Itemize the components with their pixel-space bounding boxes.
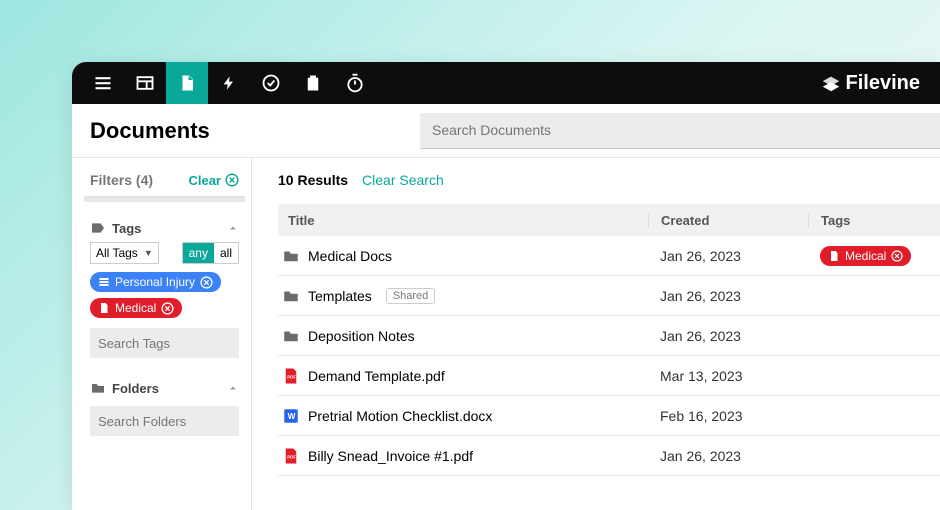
shared-badge: Shared: [386, 288, 435, 304]
results-count: 10 Results: [278, 172, 348, 188]
folder-icon: [90, 380, 106, 396]
chevron-up-icon: [227, 222, 239, 234]
row-created: Feb 16, 2023: [648, 408, 808, 424]
row-name: Deposition Notes: [308, 328, 415, 344]
topbar-nav: [82, 62, 376, 104]
tag-icon: [90, 220, 106, 236]
clipboard-button[interactable]: [292, 62, 334, 104]
document-icon: [178, 74, 196, 92]
page-title: Documents: [72, 118, 420, 144]
brand-text: Filevine: [846, 72, 920, 95]
clear-x-icon: [225, 173, 239, 187]
doc-icon: [828, 250, 840, 262]
search-input[interactable]: [420, 113, 940, 149]
svg-text:PDF: PDF: [287, 454, 296, 459]
remove-x-icon: [161, 302, 174, 315]
remove-x-icon: [200, 276, 213, 289]
pill-label: Medical: [115, 301, 156, 315]
menu-button[interactable]: [82, 62, 124, 104]
tags-select[interactable]: All Tags ▼: [90, 242, 159, 264]
subheader: Documents: [72, 104, 940, 158]
content: Filters (4) Clear Tags All Tags ▼ any: [72, 158, 940, 510]
pdf-file-icon: PDF: [282, 447, 300, 465]
clipboard-icon: [304, 73, 322, 93]
brand-icon: [820, 72, 842, 94]
divider: [84, 196, 245, 202]
search-tags-input[interactable]: [90, 328, 239, 358]
row-tag-pill[interactable]: Medical: [820, 246, 911, 266]
row-created: Jan 26, 2023: [648, 328, 808, 344]
pill-label: Personal Injury: [115, 275, 195, 289]
row-name: Templates: [308, 288, 372, 304]
panel-button[interactable]: [124, 62, 166, 104]
column-tags[interactable]: Tags: [808, 213, 940, 228]
clear-search-button[interactable]: Clear Search: [362, 172, 444, 188]
row-name: Demand Template.pdf: [308, 368, 445, 384]
table-row[interactable]: Deposition Notes Jan 26, 2023: [278, 316, 940, 356]
folder-icon: [282, 287, 300, 305]
folders-section-label: Folders: [112, 381, 159, 396]
remove-x-icon: [891, 250, 903, 262]
panel-icon: [135, 73, 155, 93]
row-name: Pretrial Motion Checklist.docx: [308, 408, 492, 424]
word-file-icon: W: [282, 407, 300, 425]
brand-logo: Filevine: [820, 72, 930, 95]
any-option[interactable]: any: [183, 243, 214, 263]
tasks-button[interactable]: [250, 62, 292, 104]
table-row[interactable]: PDF Demand Template.pdf Mar 13, 2023: [278, 356, 940, 396]
topbar: Filevine: [72, 62, 940, 104]
caret-down-icon: ▼: [144, 248, 153, 258]
filter-pill[interactable]: Medical: [90, 298, 182, 318]
timer-button[interactable]: [334, 62, 376, 104]
clear-label: Clear: [188, 173, 221, 188]
column-created[interactable]: Created: [648, 213, 808, 228]
stopwatch-icon: [345, 73, 365, 93]
tags-section-header[interactable]: Tags: [90, 220, 239, 236]
filter-pill[interactable]: Personal Injury: [90, 272, 221, 292]
row-created: Jan 26, 2023: [648, 248, 808, 264]
row-created: Jan 26, 2023: [648, 288, 808, 304]
clear-filters-button[interactable]: Clear: [188, 173, 239, 188]
chevron-up-icon: [227, 382, 239, 394]
hamburger-icon: [93, 73, 113, 93]
org-icon: [98, 276, 110, 288]
table-header: Title Created Tags: [278, 204, 940, 236]
tag-label: Medical: [845, 249, 886, 263]
row-created: Jan 26, 2023: [648, 448, 808, 464]
check-circle-icon: [261, 73, 281, 93]
activity-button[interactable]: [208, 62, 250, 104]
main-panel: 10 Results Clear Search Title Created Ta…: [252, 158, 940, 510]
tags-section-label: Tags: [112, 221, 141, 236]
bolt-icon: [221, 73, 237, 93]
folder-icon: [282, 327, 300, 345]
tags-select-label: All Tags: [96, 246, 138, 260]
documents-tab[interactable]: [166, 62, 208, 104]
filters-label: Filters (4): [90, 172, 153, 188]
svg-text:W: W: [288, 412, 296, 421]
pdf-file-icon: PDF: [282, 367, 300, 385]
svg-text:PDF: PDF: [287, 374, 296, 379]
row-name: Billy Snead_Invoice #1.pdf: [308, 448, 473, 464]
any-all-toggle[interactable]: any all: [182, 242, 239, 264]
row-name: Medical Docs: [308, 248, 392, 264]
row-created: Mar 13, 2023: [648, 368, 808, 384]
sidebar: Filters (4) Clear Tags All Tags ▼ any: [72, 158, 252, 510]
folder-icon: [282, 247, 300, 265]
table-row[interactable]: PDF Billy Snead_Invoice #1.pdf Jan 26, 202…: [278, 436, 940, 476]
app-window: Filevine Documents Filters (4) Clear Tag…: [72, 62, 940, 510]
folders-section-header[interactable]: Folders: [90, 380, 239, 396]
table-row[interactable]: Templates Shared Jan 26, 2023: [278, 276, 940, 316]
search-folders-input[interactable]: [90, 406, 239, 436]
table-row[interactable]: Medical Docs Jan 26, 2023 Medical: [278, 236, 940, 276]
column-title[interactable]: Title: [278, 213, 648, 228]
table-row[interactable]: W Pretrial Motion Checklist.docx Feb 16, 2…: [278, 396, 940, 436]
doc-icon: [98, 302, 110, 314]
all-option[interactable]: all: [214, 243, 238, 263]
